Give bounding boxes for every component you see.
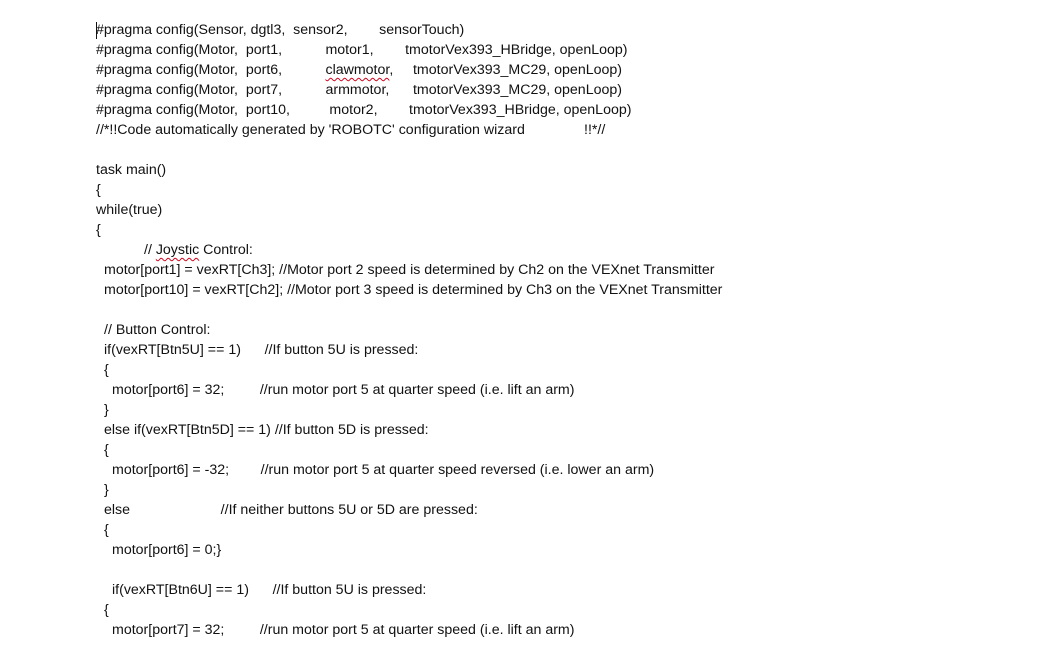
misspelled-word: clawmotor [325, 62, 390, 78]
code-text: else //If neither buttons 5U or 5D are p… [104, 502, 478, 518]
code-text: { [104, 522, 109, 538]
code-line: #pragma config(Motor, port7, armmotor, t… [96, 80, 622, 100]
code-text: if(vexRT[Btn6U] == 1) //If button 5U is … [112, 582, 427, 598]
code-line: motor[port6] = 0;} [112, 540, 221, 560]
code-line: #pragma config(Motor, port10, motor2, tm… [96, 100, 631, 120]
code-text: #pragma config(Motor, port10, motor2, tm… [96, 102, 632, 118]
code-line: motor[port6] = -32; //run motor port 5 a… [112, 460, 654, 480]
document-page[interactable]: #pragma config(Sensor, dgtl3, sensor2, s… [0, 0, 1055, 666]
code-line: { [96, 220, 101, 240]
code-text: motor[port10] = vexRT[Ch2]; //Motor port… [104, 282, 723, 298]
code-line: if(vexRT[Btn5U] == 1) //If button 5U is … [104, 340, 418, 360]
code-line: #pragma config(Motor, port1, motor1, tmo… [96, 40, 628, 60]
code-line: motor[port7] = 32; //run motor port 5 at… [112, 620, 574, 640]
code-line: motor[port1] = vexRT[Ch3]; //Motor port … [104, 260, 714, 280]
code-text: } [104, 402, 109, 418]
code-text: // [144, 242, 156, 258]
code-line: } [104, 480, 109, 500]
code-text: #pragma config(Motor, port7, armmotor, t… [96, 82, 622, 98]
code-text: #pragma config(Motor, port6, [96, 62, 326, 78]
code-text: motor[port7] = 32; //run motor port 5 at… [112, 622, 575, 638]
code-line: motor[port6] = 32; //run motor port 5 at… [112, 380, 574, 400]
code-line: while(true) [96, 200, 162, 220]
code-text: { [104, 442, 109, 458]
code-text: #pragma config(Sensor, dgtl3, sensor2, s… [96, 22, 465, 38]
code-line: } [104, 400, 109, 420]
code-text: //*!!Code automatically generated by 'RO… [96, 122, 606, 138]
code-text: } [104, 482, 109, 498]
code-text: { [104, 602, 109, 618]
code-line: #pragma config(Motor, port6, clawmotor, … [96, 60, 622, 80]
code-text: { [96, 222, 101, 238]
code-line: // Button Control: [104, 320, 210, 340]
code-text: task main() [96, 162, 167, 178]
code-text: // Button Control: [104, 322, 211, 338]
code-line: { [104, 600, 109, 620]
code-text: #pragma config(Motor, port1, motor1, tmo… [96, 42, 628, 58]
misspelled-word: Joystic [155, 242, 200, 258]
code-line: task main() [96, 160, 166, 180]
code-line: else //If neither buttons 5U or 5D are p… [104, 500, 478, 520]
code-line: // Joystic Control: [144, 240, 253, 260]
code-line: motor[port10] = vexRT[Ch2]; //Motor port… [104, 280, 722, 300]
code-line: if(vexRT[Btn6U] == 1) //If button 5U is … [112, 580, 426, 600]
code-line: { [96, 180, 101, 200]
code-text: motor[port1] = vexRT[Ch3]; //Motor port … [104, 262, 715, 278]
code-line: #pragma config(Sensor, dgtl3, sensor2, s… [96, 20, 464, 40]
code-text: if(vexRT[Btn5U] == 1) //If button 5U is … [104, 342, 419, 358]
code-line: { [104, 520, 109, 540]
code-text: , tmotorVex393_MC29, openLoop) [389, 62, 623, 78]
code-line: else if(vexRT[Btn5D] == 1) //If button 5… [104, 420, 429, 440]
code-text: while(true) [96, 202, 163, 218]
code-text: motor[port6] = 0;} [112, 542, 222, 558]
code-text: Control: [199, 242, 253, 258]
code-text: motor[port6] = 32; //run motor port 5 at… [112, 382, 575, 398]
code-text: else if(vexRT[Btn5D] == 1) //If button 5… [104, 422, 429, 438]
code-text: { [104, 362, 109, 378]
code-line: { [104, 440, 109, 460]
code-line: //*!!Code automatically generated by 'RO… [96, 120, 605, 140]
code-line: { [104, 360, 109, 380]
code-text: { [96, 182, 101, 198]
code-text: motor[port6] = -32; //run motor port 5 a… [112, 462, 655, 478]
